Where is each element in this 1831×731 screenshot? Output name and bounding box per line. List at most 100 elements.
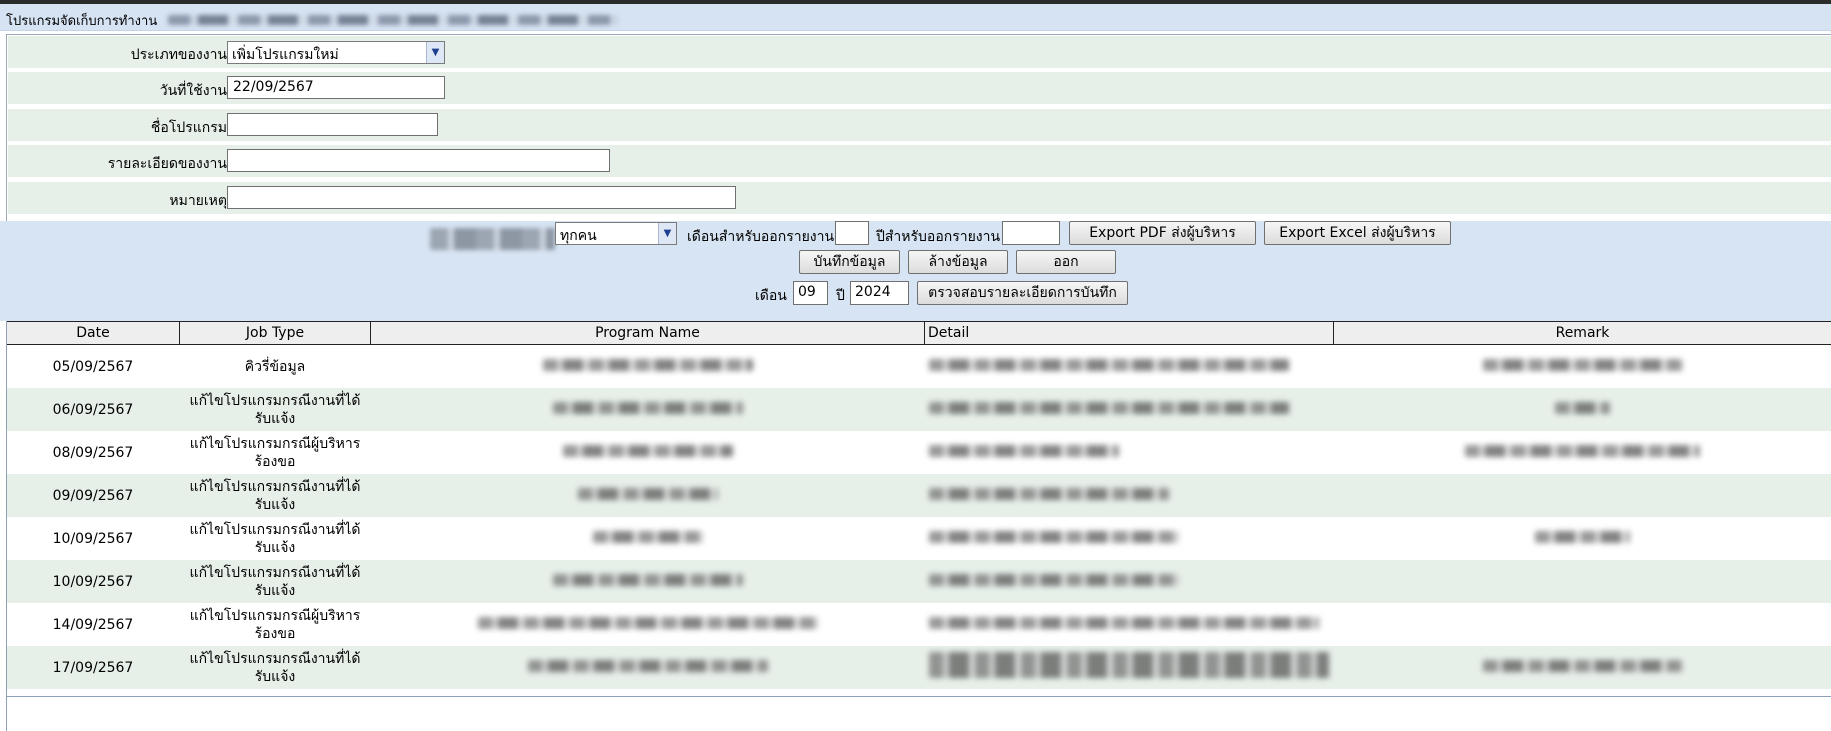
table-row[interactable]: 10/09/2567 แก้ไขโปรแกรมกรณีงานที่ได้รับแ… [7, 517, 1831, 560]
report-year-input[interactable] [1002, 221, 1060, 245]
cell-job-type: แก้ไขโปรแกรมกรณีผู้บริหารร้องขอ [189, 435, 361, 470]
report-year-label: ปีสำหรับออกรายงาน [876, 229, 1001, 245]
filter-month-input[interactable]: 09 [793, 281, 828, 305]
cell-remark [1333, 560, 1831, 603]
person-select[interactable]: ทุกคน ▼ [555, 222, 677, 245]
cell-remark [1333, 474, 1831, 517]
cell-date: 17/09/2567 [6, 646, 180, 689]
cell-program-name [370, 646, 925, 689]
remark-label: หมายเหตุ [169, 193, 227, 209]
cell-detail [925, 431, 1334, 474]
date-label: วันที่ใช้งาน [159, 83, 227, 99]
cell-program-name [371, 603, 925, 646]
cell-detail [924, 388, 1334, 431]
check-records-button[interactable]: ตรวจสอบรายละเอียดการบันทึก [917, 281, 1128, 305]
redacted-text [552, 401, 743, 414]
cell-detail [924, 646, 1334, 689]
filter-month-label: เดือน [755, 288, 787, 304]
save-button[interactable]: บันทึกข้อมูล [799, 250, 900, 274]
redacted-text [552, 573, 743, 586]
cell-program-name [370, 560, 925, 603]
detail-input[interactable] [227, 149, 610, 172]
job-type-select[interactable]: เพิ่มโปรแกรมใหม่ ▼ [227, 41, 445, 64]
redacted-text [928, 616, 1319, 629]
export-excel-button[interactable]: Export Excel ส่งผู้บริหาร [1264, 221, 1451, 245]
program-name-input[interactable] [227, 113, 438, 136]
redacted-text [477, 616, 818, 629]
cell-detail [925, 603, 1334, 646]
redacted-text [527, 659, 768, 672]
form-row-date: วันที่ใช้งาน 22/09/2567 [8, 72, 1831, 104]
table-row[interactable]: 09/09/2567 แก้ไขโปรแกรมกรณีงานที่ได้รับแ… [6, 474, 1831, 517]
table-row[interactable]: 08/09/2567 แก้ไขโปรแกรมกรณีผู้บริหารร้อง… [7, 431, 1831, 474]
redacted-text [928, 573, 1179, 586]
date-input[interactable]: 22/09/2567 [227, 76, 445, 99]
cell-detail [925, 345, 1334, 389]
redacted-text [1535, 530, 1630, 543]
cell-remark [1334, 431, 1831, 474]
table-header-row: Date Job Type Program Name Detail Remark [6, 321, 1831, 345]
cell-program-name [370, 388, 925, 431]
table-row[interactable]: 17/09/2567 แก้ไขโปรแกรมกรณีงานที่ได้รับแ… [6, 646, 1831, 689]
cell-detail [924, 560, 1334, 603]
table-row[interactable]: 14/09/2567 แก้ไขโปรแกรมกรณีผู้บริหารร้อง… [7, 603, 1831, 646]
redacted-text [562, 444, 733, 457]
remark-input[interactable] [227, 186, 736, 209]
cell-program-name [371, 345, 925, 389]
program-name-label: ชื่อโปรแกรม [150, 120, 227, 136]
cell-program-name [371, 517, 925, 560]
form-row-program-name: ชื่อโปรแกรม [8, 109, 1831, 141]
redacted-text [1482, 358, 1683, 371]
cell-job-type: แก้ไขโปรแกรมกรณีงานที่ได้รับแจ้ง [179, 646, 371, 689]
title-bar: โปรแกรมจัดเก็บการทำงาน [0, 4, 1831, 31]
export-pdf-button[interactable]: Export PDF ส่งผู้บริหาร [1069, 221, 1256, 245]
cell-date: 05/09/2567 [52, 358, 134, 375]
table-row[interactable]: 06/09/2567 แก้ไขโปรแกรมกรณีงานที่ได้รับแ… [6, 388, 1831, 431]
redacted-text [1465, 444, 1700, 457]
column-header-remark[interactable]: Remark [1333, 321, 1831, 345]
cell-job-type: แก้ไขโปรแกรมกรณีงานที่ได้รับแจ้ง [189, 521, 361, 556]
column-header-job-type[interactable]: Job Type [179, 321, 371, 345]
redacted-text [1555, 401, 1610, 414]
column-header-detail[interactable]: Detail [924, 321, 1334, 345]
table-row[interactable]: 05/09/2567 คิวรี่ข้อมูล [7, 345, 1831, 389]
filter-year-input[interactable]: 2024 [850, 281, 909, 305]
cell-date: 10/09/2567 [52, 530, 134, 547]
redacted-text [928, 530, 1179, 543]
cell-date: 09/09/2567 [6, 474, 180, 517]
exit-button[interactable]: ออก [1016, 250, 1116, 274]
chevron-down-icon[interactable]: ▼ [426, 42, 444, 63]
clear-button[interactable]: ล้างข้อมูล [908, 250, 1008, 274]
redacted-text [928, 444, 1119, 457]
table-left-border [6, 321, 7, 731]
cell-program-name [370, 474, 925, 517]
page-title: โปรแกรมจัดเก็บการทำงาน [6, 14, 158, 29]
entry-form: ประเภทของงาน เพิ่มโปรแกรมใหม่ ▼ วันที่ใช… [6, 34, 1831, 222]
redacted-text [928, 487, 1169, 500]
chevron-down-icon[interactable]: ▼ [658, 223, 676, 244]
filter-year-label: ปี [836, 288, 845, 304]
table-row[interactable]: 10/09/2567 แก้ไขโปรแกรมกรณีงานที่ได้รับแ… [6, 560, 1831, 603]
cell-date: 14/09/2567 [52, 616, 134, 633]
records-table: Date Job Type Program Name Detail Remark… [6, 321, 1831, 689]
cell-remark [1333, 646, 1831, 689]
report-month-label: เดือนสำหรับออกรายงาน [687, 229, 835, 245]
cell-remark [1334, 603, 1831, 646]
column-header-date[interactable]: Date [6, 321, 180, 345]
form-row-remark: หมายเหตุ [8, 182, 1831, 214]
cell-detail [925, 517, 1334, 560]
redacted-text [542, 358, 753, 371]
form-row-job-type: ประเภทของงาน เพิ่มโปรแกรมใหม่ ▼ [8, 36, 1831, 68]
cell-date: 06/09/2567 [6, 388, 180, 431]
cell-job-type: แก้ไขโปรแกรมกรณีงานที่ได้รับแจ้ง [179, 560, 371, 603]
column-header-program-name[interactable]: Program Name [370, 321, 925, 345]
redacted-text [592, 530, 703, 543]
cell-job-type: คิวรี่ข้อมูล [244, 358, 306, 375]
job-type-label: ประเภทของงาน [130, 47, 227, 63]
redacted-text [928, 401, 1289, 414]
table-bottom-border [6, 696, 1831, 697]
report-month-input[interactable] [835, 221, 869, 245]
redacted-person-label [430, 228, 555, 250]
report-panel: ทุกคน ▼ เดือนสำหรับออกรายงาน ปีสำหรับออก… [0, 221, 1831, 321]
cell-remark [1334, 345, 1831, 389]
